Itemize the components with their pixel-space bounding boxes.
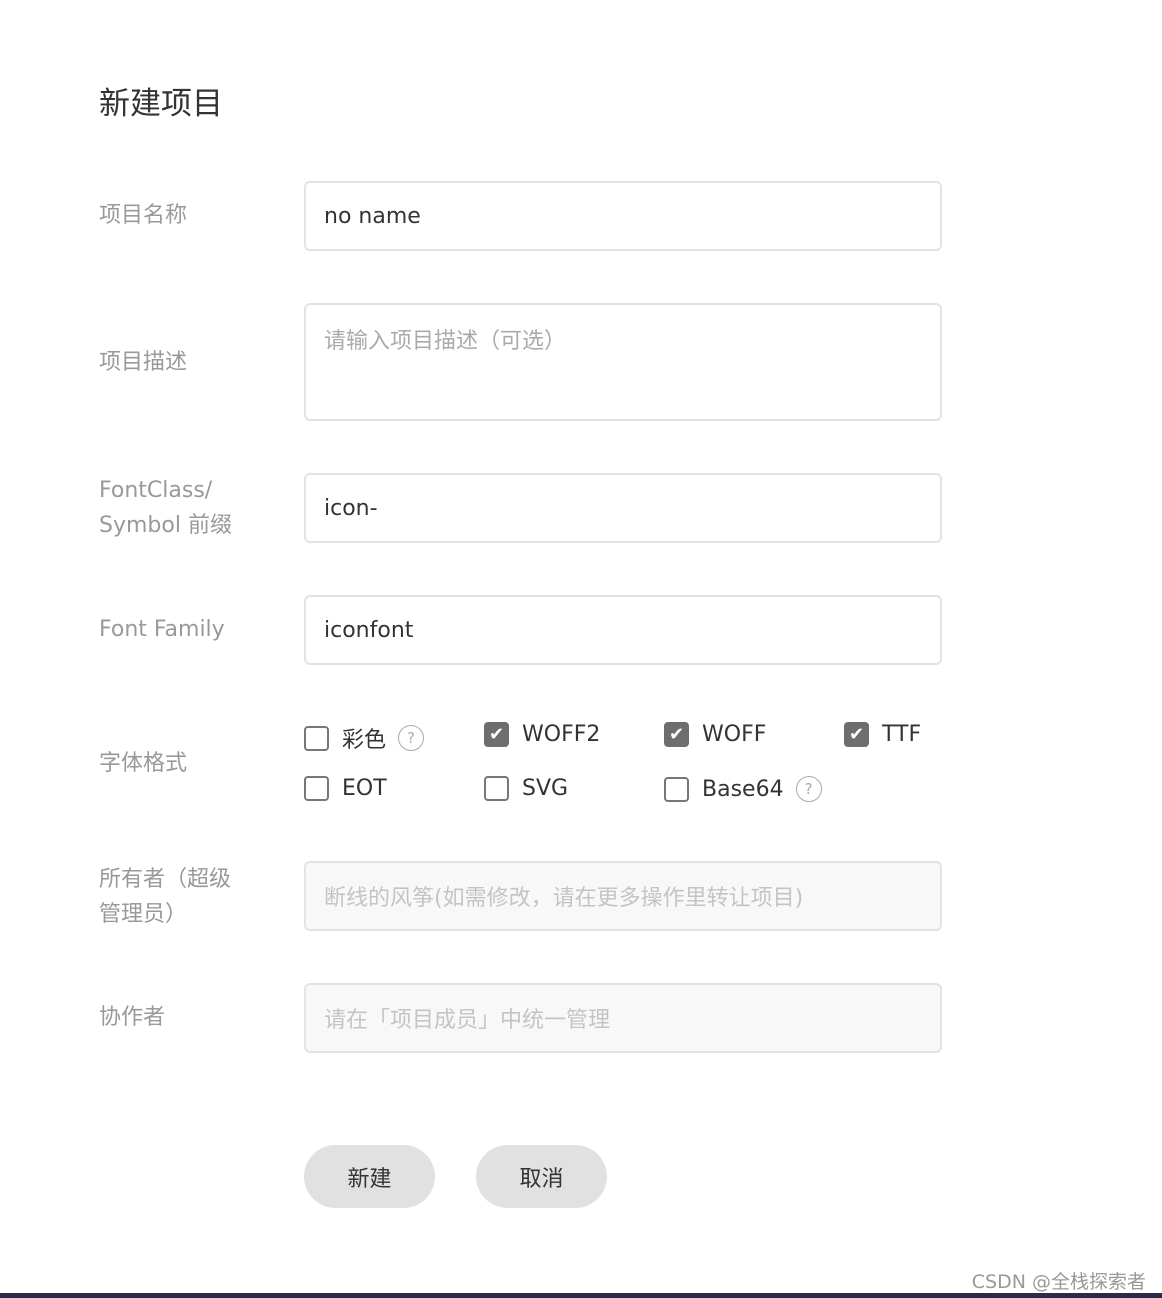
checkbox-label: 彩色 — [342, 728, 387, 753]
format-checkbox-eot[interactable]: EOT — [304, 776, 387, 801]
prefix-input[interactable]: icon- — [304, 473, 942, 543]
formats-label: 字体格式 — [99, 751, 188, 776]
watermark: CSDN @全栈探索者 — [971, 1271, 1146, 1293]
project-name-input[interactable]: no name — [304, 181, 942, 251]
font-family-input[interactable]: iconfont — [304, 595, 942, 665]
checkbox-box[interactable] — [304, 725, 329, 751]
cancel-button[interactable]: 取消 — [476, 1145, 607, 1208]
format-checkbox-彩色[interactable]: 彩色? — [304, 722, 425, 754]
owner-input: 断线的风筝(如需修改，请在更多操作里转让项目) — [304, 861, 942, 931]
prefix-label-1: FontClass/ — [99, 478, 213, 503]
project-desc-textarea[interactable]: 请输入项目描述（可选） — [304, 303, 942, 421]
desc-label: 项目描述 — [99, 350, 188, 375]
bottom-bar — [0, 1293, 1162, 1298]
help-icon[interactable]: ? — [795, 776, 822, 802]
checkbox-label: WOFF — [702, 722, 767, 747]
create-button[interactable]: 新建 — [304, 1145, 435, 1208]
owner-label-2: 管理员） — [99, 902, 188, 927]
format-checkbox-woff[interactable]: ✔ WOFF — [664, 722, 766, 747]
name-label: 项目名称 — [99, 203, 188, 228]
prefix-label-2: Symbol 前缀 — [99, 513, 232, 538]
format-checkbox-base64[interactable]: Base64? — [664, 776, 822, 802]
checkbox-label: TTF — [882, 722, 922, 747]
checkbox-box[interactable]: ✔ — [844, 722, 869, 747]
checkbox-box[interactable] — [484, 776, 509, 801]
collab-input: 请在「项目成员」中统一管理 — [304, 983, 942, 1053]
collab-label: 协作者 — [99, 1005, 166, 1030]
format-checkbox-svg[interactable]: SVG — [484, 776, 568, 801]
checkbox-label: Base64 — [702, 776, 784, 802]
checkbox-box[interactable] — [304, 776, 329, 801]
checkbox-box[interactable] — [664, 776, 689, 802]
format-checkbox-ttf[interactable]: ✔ TTF — [844, 722, 921, 747]
format-checkbox-woff2[interactable]: ✔ WOFF2 — [484, 722, 600, 747]
checkbox-label: SVG — [522, 776, 569, 801]
checkbox-label: WOFF2 — [522, 722, 601, 747]
owner-label-1: 所有者（超级 — [99, 867, 232, 892]
checkbox-box[interactable]: ✔ — [484, 722, 509, 747]
help-icon[interactable]: ? — [398, 725, 425, 751]
page-title: 新建项目 — [99, 86, 223, 122]
checkbox-label: EOT — [342, 776, 387, 801]
checkbox-box[interactable]: ✔ — [664, 722, 689, 747]
family-label: Font Family — [99, 617, 225, 642]
